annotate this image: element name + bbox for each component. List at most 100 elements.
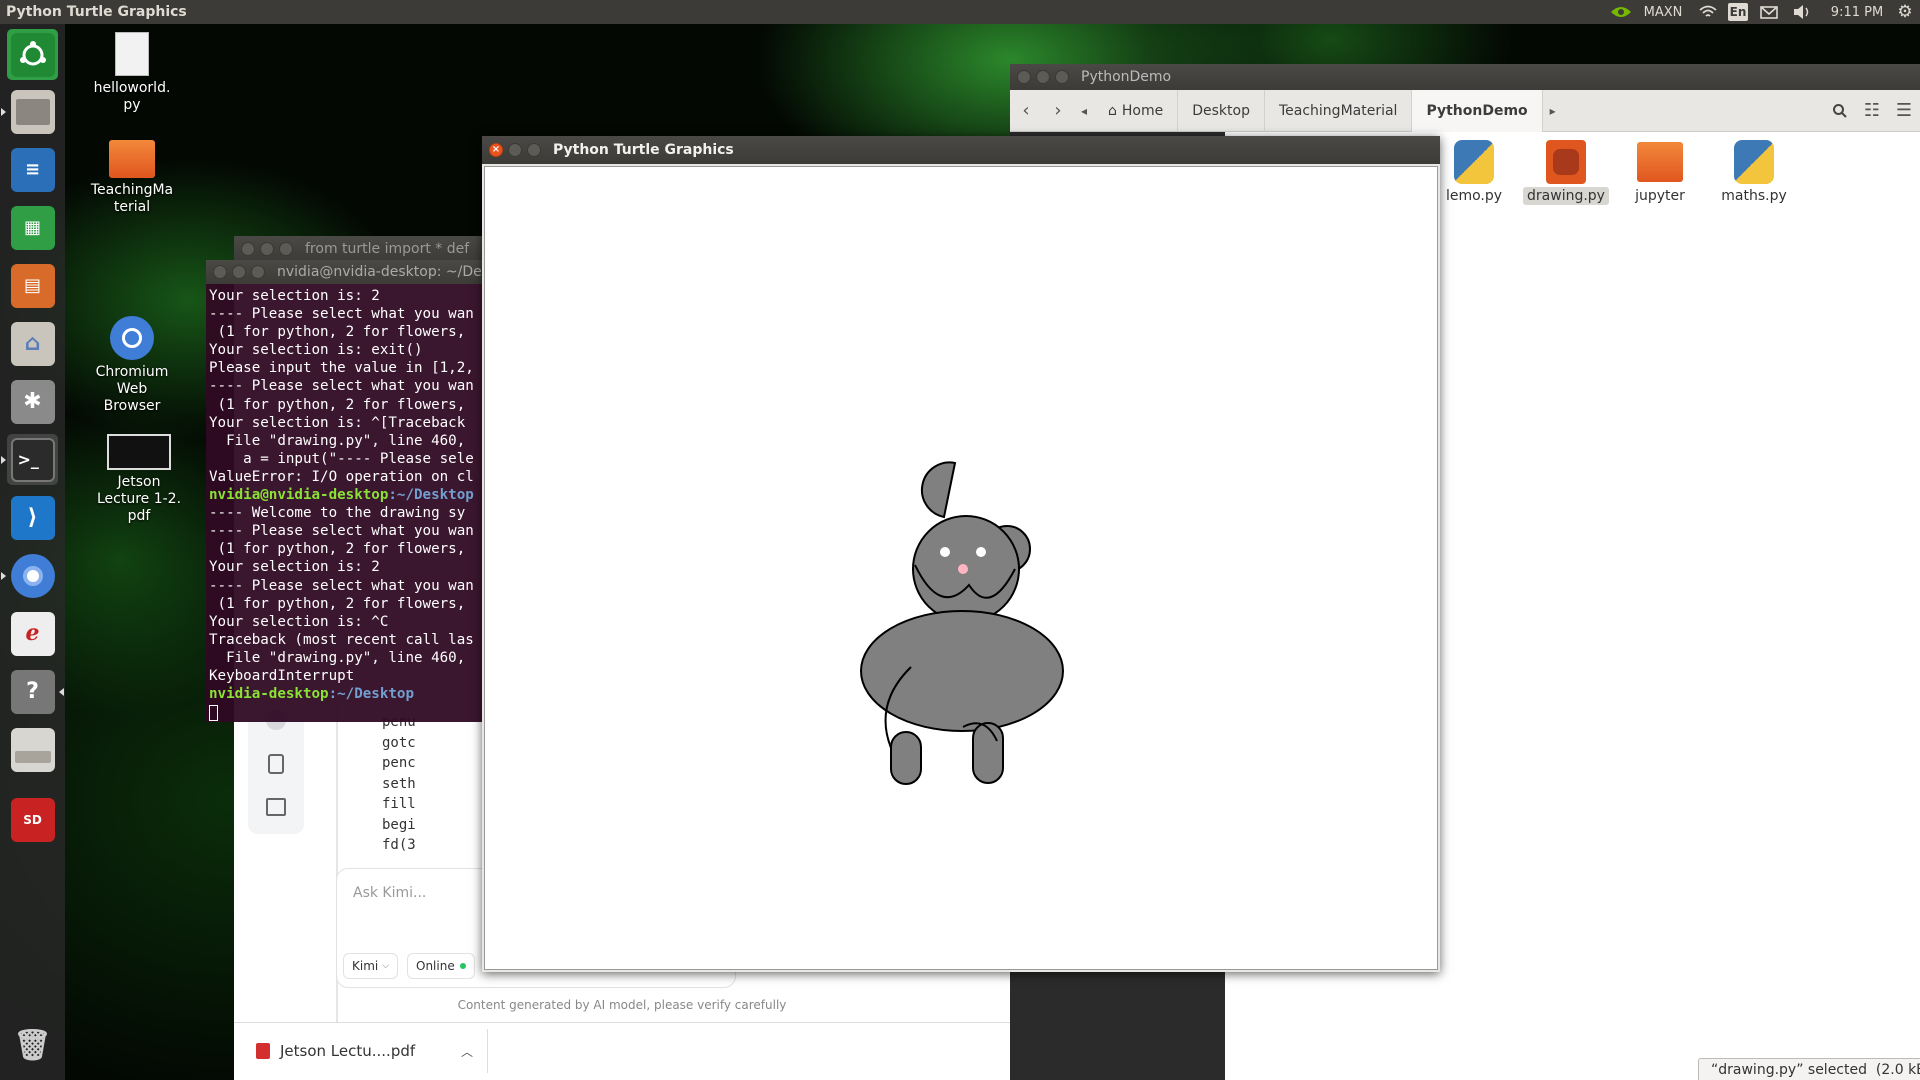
files-icon[interactable] <box>1 86 58 137</box>
terminal-line: ---- Please select what you wan <box>209 523 474 540</box>
terminal-output[interactable]: Your selection is: 2 ---- Please select w… <box>206 284 484 722</box>
system-settings-icon[interactable]: ✱ <box>7 376 58 427</box>
calc-icon[interactable]: ▦ <box>7 202 58 253</box>
drawing-body <box>860 610 1064 732</box>
forward-button[interactable]: › <box>1042 90 1074 132</box>
active-window-title: Python Turtle Graphics <box>6 4 187 20</box>
breadcrumb-teachingmaterial[interactable]: TeachingMaterial <box>1265 89 1413 132</box>
desktop-icon-helloworld[interactable]: helloworld. py <box>82 32 182 114</box>
prompt-path: :~/Desktop <box>388 487 474 504</box>
drawing-ear-left <box>920 461 957 519</box>
maximize-button[interactable] <box>1055 70 1069 84</box>
volume-icon[interactable] <box>1790 2 1814 22</box>
chromium-icon <box>110 316 154 360</box>
minimize-button[interactable] <box>1036 70 1050 84</box>
close-button[interactable] <box>213 265 227 279</box>
writer-icon[interactable]: ≡ <box>7 144 58 195</box>
code-line: fill <box>382 796 416 812</box>
file-maths-py[interactable]: maths.py <box>1704 140 1804 204</box>
tablet-icon[interactable] <box>268 754 284 774</box>
drawing-eye-right <box>976 547 986 557</box>
view-toggle-icon[interactable]: ☷ <box>1856 90 1888 132</box>
minimize-button[interactable] <box>260 242 274 256</box>
chromium-icon[interactable] <box>1 550 58 601</box>
drawing-leg-left <box>890 731 922 785</box>
code-line: seth <box>382 775 416 792</box>
prompt-user: nvidia@nvidia-desktop <box>209 487 389 504</box>
close-button[interactable]: × <box>489 143 503 157</box>
breadcrumb-left-arrow[interactable]: ◂ <box>1074 90 1094 132</box>
file-label: drawing.py <box>1523 187 1609 205</box>
folder-jupyter[interactable]: jupyter <box>1610 140 1710 204</box>
back-button[interactable]: ‹ <box>1010 90 1042 132</box>
ai-disclaimer: Content generated by AI model, please ve… <box>457 998 787 1012</box>
download-screen-icon[interactable] <box>266 798 286 816</box>
terminal-line: ---- Please select what you wan <box>209 306 474 323</box>
turtle-canvas[interactable] <box>484 166 1438 970</box>
clock[interactable]: 9:11 PM <box>1826 2 1888 22</box>
terminal-line: Please input the value in [1,2, <box>209 360 474 377</box>
file-manager-titlebar: PythonDemo <box>1010 64 1920 90</box>
code-line: fd(3 <box>382 837 416 853</box>
close-button[interactable] <box>241 242 255 256</box>
breadcrumb-pythondemo[interactable]: PythonDemo <box>1412 89 1543 132</box>
software-center-icon[interactable]: ⌂ <box>7 318 58 369</box>
search-icon[interactable] <box>1824 90 1856 132</box>
code-line: begi <box>382 816 416 833</box>
maximize-button[interactable] <box>279 242 293 256</box>
code-line: gotc <box>382 734 416 751</box>
chevron-up-icon[interactable]: ︿ <box>461 1043 473 1060</box>
pdf-thumbnail-icon <box>107 434 171 470</box>
terminal-line: a = input("---- Please sele <box>209 450 474 467</box>
breadcrumb-right-arrow[interactable]: ▸ <box>1543 90 1563 132</box>
minimize-button[interactable] <box>232 265 246 279</box>
document-viewer-icon[interactable]: ℯ <box>7 608 58 659</box>
online-label: Online <box>416 959 455 973</box>
sd-card-icon[interactable]: SD <box>7 794 58 845</box>
terminal-window[interactable]: nvidia@nvidia-desktop: ~/De Your selecti… <box>206 260 484 722</box>
online-toggle[interactable]: Online <box>407 953 475 979</box>
settings-gear-icon[interactable]: ⚙ <box>1894 2 1916 22</box>
terminal-line: ---- Please select what you wan <box>209 577 474 594</box>
wifi-icon[interactable] <box>1696 2 1720 22</box>
impress-icon[interactable]: ▤ <box>7 260 58 311</box>
vscode-icon[interactable]: ⟩ <box>7 492 58 543</box>
desktop-icon-chromium[interactable]: Chromium Web Browser <box>82 316 182 415</box>
trash-icon[interactable]: 🗑 <box>7 1020 58 1071</box>
top-panel: Python Turtle Graphics MAXN En 9:11 PM ⚙ <box>0 0 1920 24</box>
drawing-nose <box>958 564 968 574</box>
mail-icon[interactable] <box>1758 2 1780 22</box>
file-drawing-py[interactable]: drawing.py <box>1516 140 1616 205</box>
ubuntu-dash-icon[interactable] <box>7 29 58 80</box>
terminal-line: KeyboardInterrupt <box>209 667 355 684</box>
maximize-button[interactable] <box>527 143 541 157</box>
terminal-line: Your selection is: ^[Traceback <box>209 414 466 431</box>
desktop-icon-jetson-pdf[interactable]: Jetson Lecture 1-2. pdf <box>89 434 189 525</box>
menu-icon[interactable]: ☰ <box>1888 90 1920 132</box>
close-button[interactable] <box>1017 70 1031 84</box>
maximize-button[interactable] <box>251 265 265 279</box>
code-block: penu gotc penc seth fill begi fd(3 <box>382 712 422 856</box>
breadcrumb-home[interactable]: ⌂ Home <box>1094 89 1179 132</box>
terminal-line: Your selection is: 2 <box>209 288 380 304</box>
home-icon: ⌂ <box>1108 102 1117 119</box>
keyboard-lang-icon[interactable]: En <box>1728 3 1748 21</box>
turtle-drawing <box>860 461 1064 785</box>
model-select[interactable]: Kimi ⌵ <box>343 953 399 979</box>
breadcrumb-desktop[interactable]: Desktop <box>1178 89 1265 132</box>
desktop-icon-teachingmaterial[interactable]: TeachingMa terial <box>82 140 182 216</box>
chevron-down-icon: ⌵ <box>382 961 390 971</box>
drawing-leg-right <box>972 722 1004 784</box>
download-item[interactable]: Jetson Lectu....pdf ︿ <box>252 1029 488 1073</box>
terminal-line: ValueError: I/O operation on cl <box>209 468 474 485</box>
drive-icon[interactable] <box>7 724 58 775</box>
power-mode-label[interactable]: MAXN <box>1640 2 1686 22</box>
folder-icon <box>1637 142 1683 182</box>
terminal-line: Your selection is: ^C <box>209 613 389 630</box>
help-icon[interactable]: ? <box>7 666 64 717</box>
terminal-icon[interactable]: >_ <box>1 434 58 485</box>
nvidia-icon[interactable] <box>1608 2 1634 22</box>
window-title: PythonDemo <box>1081 69 1172 85</box>
minimize-button[interactable] <box>508 143 522 157</box>
terminal-line: File "drawing.py", line 460, <box>209 649 466 666</box>
